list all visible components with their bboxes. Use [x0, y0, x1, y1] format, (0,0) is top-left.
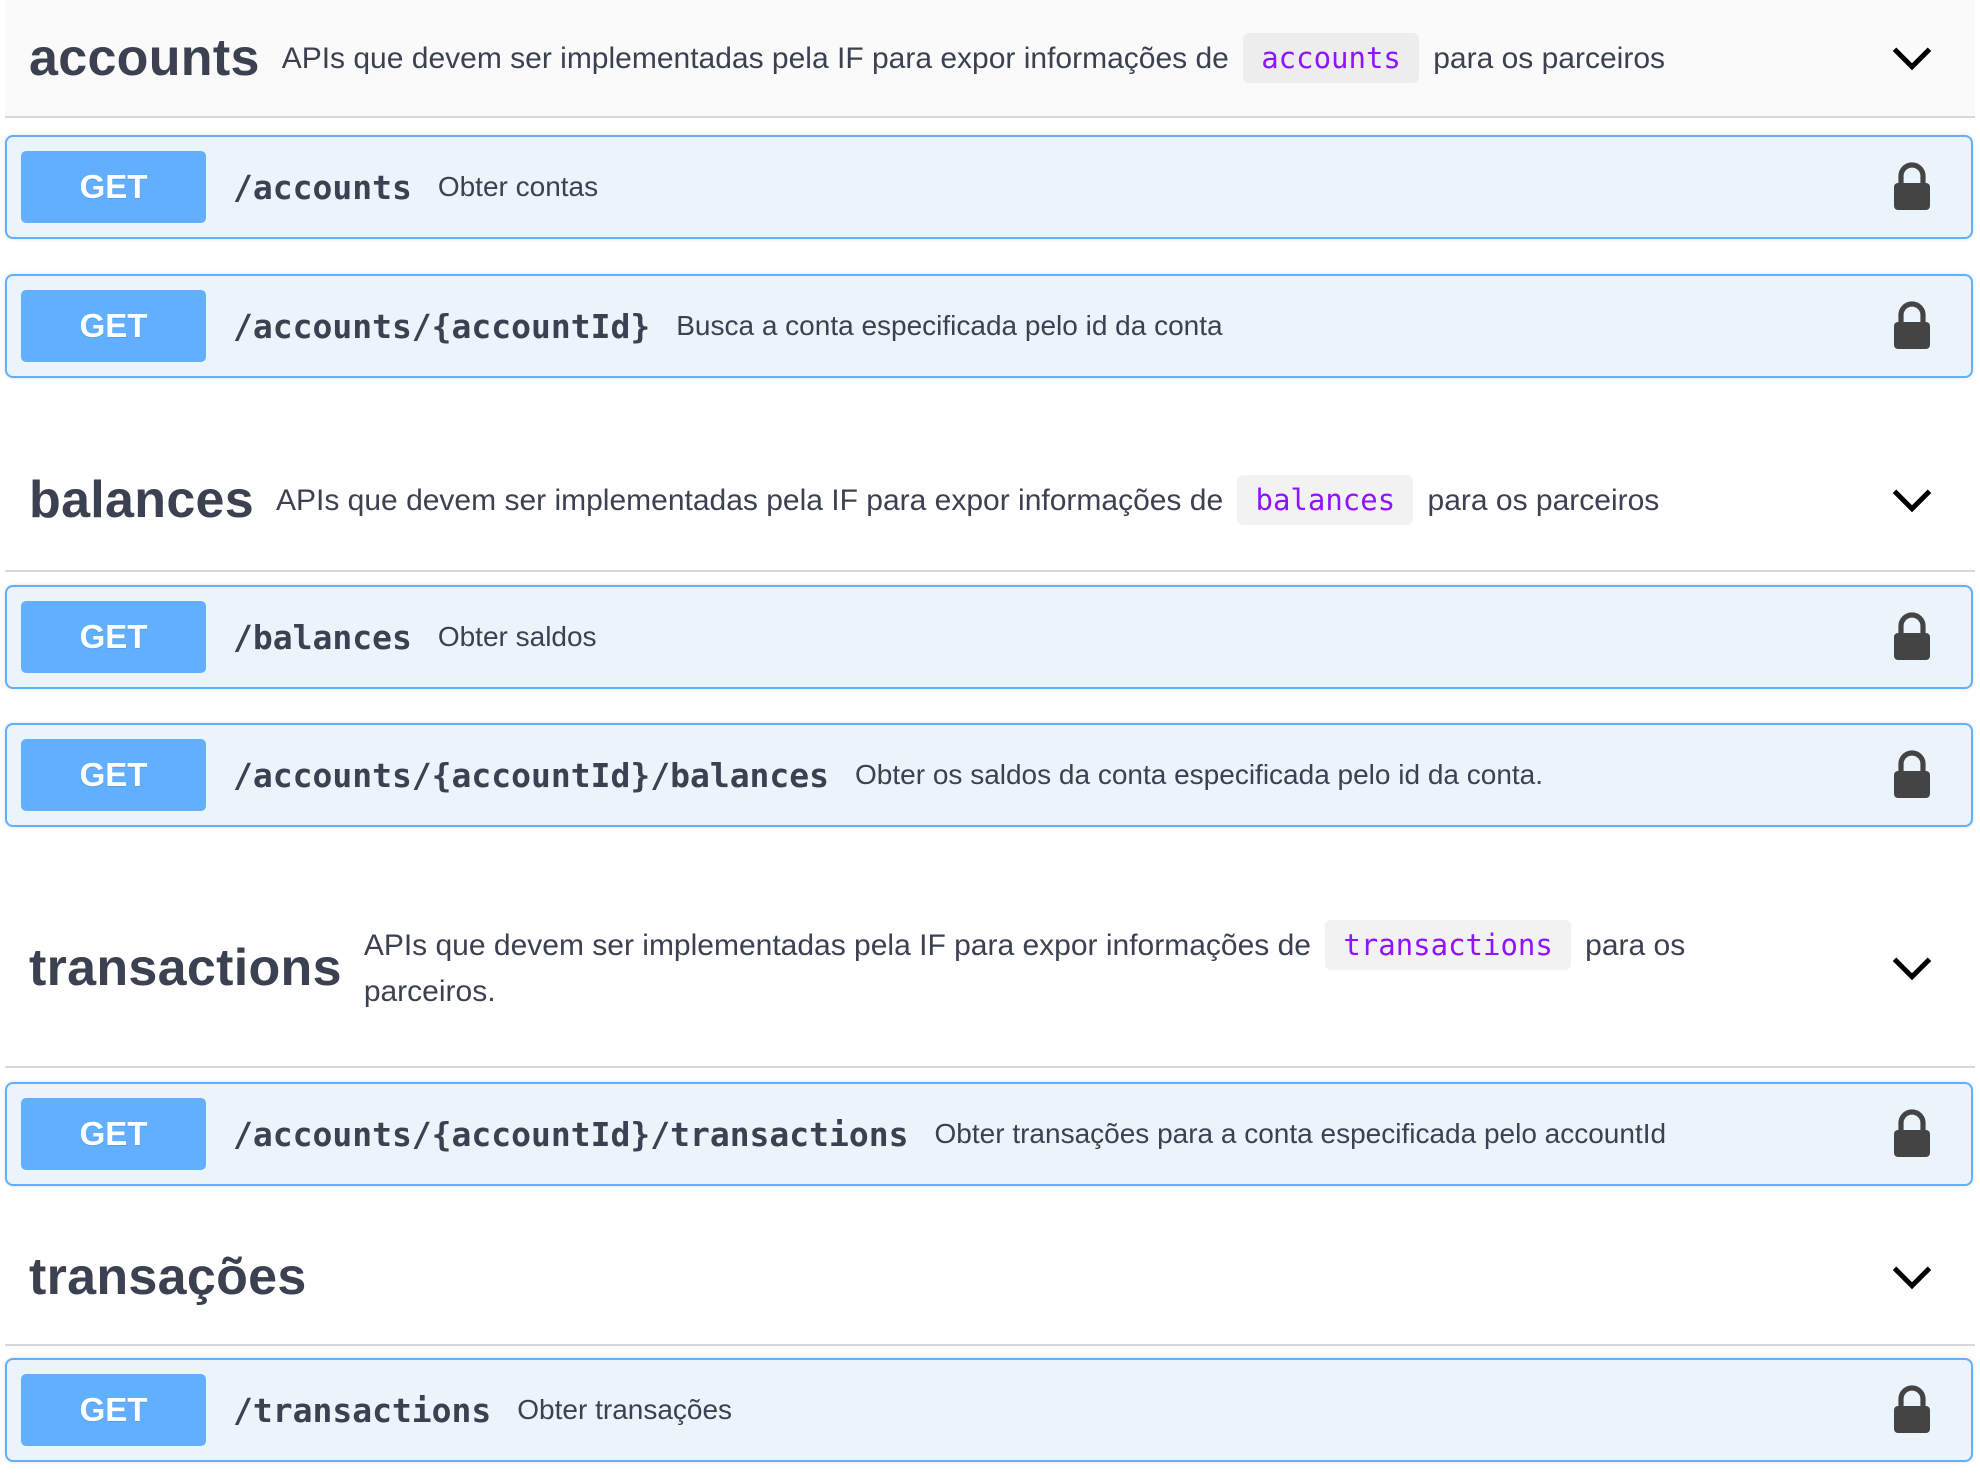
method-badge[interactable]: GET [21, 151, 206, 223]
operation-summary[interactable]: /accounts/{accountId}/balances Obter os … [233, 725, 1543, 825]
operation-path[interactable]: /accounts/{accountId} [233, 307, 650, 346]
operation-description: Obter os saldos da conta especificada pe… [855, 759, 1544, 790]
operation-path[interactable]: /accounts/{accountId}/balances [233, 756, 829, 795]
operation-description: Busca a conta especificada pelo id da co… [676, 310, 1223, 341]
lock-icon[interactable] [1893, 161, 1931, 211]
tag-header-balances[interactable]: balances APIs que devem ser implementada… [5, 430, 1975, 572]
method-badge[interactable]: GET [21, 1374, 206, 1446]
operation-description: Obter saldos [437, 621, 597, 652]
lock-icon[interactable] [1893, 749, 1931, 799]
operation-description: Obter transações para a conta especifica… [934, 1118, 1667, 1149]
chevron-down-icon[interactable] [1887, 943, 1937, 993]
method-badge[interactable]: GET [21, 1098, 206, 1170]
lock-icon[interactable] [1893, 1384, 1931, 1434]
operation-description: Obter transações [517, 1394, 733, 1425]
operation-get-account-by-id[interactable]: GET /accounts/{accountId} Busca a conta … [5, 274, 1973, 378]
operation-summary[interactable]: /accounts/{accountId}/transactions Obter… [233, 1084, 1666, 1184]
operation-get-account-transactions[interactable]: GET /accounts/{accountId}/transactions O… [5, 1082, 1973, 1186]
tag-title[interactable]: transações [29, 1247, 307, 1307]
tag-header-accounts[interactable]: accounts APIs que devem ser implementada… [5, 0, 1975, 118]
tag-code: transactions [1325, 919, 1571, 970]
tag-title[interactable]: balances [29, 470, 254, 530]
lock-icon[interactable] [1893, 1108, 1931, 1158]
method-badge[interactable]: GET [21, 601, 206, 673]
operation-get-accounts[interactable]: GET /accounts Obter contas [5, 135, 1973, 239]
tag-description-text: APIs que devem ser implementadas pela IF… [363, 928, 1311, 962]
chevron-down-icon[interactable] [1887, 1252, 1937, 1302]
tag-description: APIs que devem ser implementadas pela IF… [275, 474, 1660, 525]
lock-icon[interactable] [1893, 300, 1931, 350]
tag-description-text: APIs que devem ser implementadas pela IF… [275, 483, 1224, 517]
tag-title[interactable]: accounts [29, 28, 260, 88]
tag-description-text: para os parceiros [1427, 483, 1660, 517]
tag-description-text: para os parceiros [1433, 41, 1666, 75]
operation-summary[interactable]: /accounts/{accountId} Busca a conta espe… [233, 276, 1223, 376]
tag-code: balances [1237, 474, 1414, 525]
operation-get-transactions[interactable]: GET /transactions Obter transações [5, 1358, 1973, 1462]
lock-icon[interactable] [1893, 611, 1931, 661]
tag-description-text: APIs que devem ser implementadas pela IF… [281, 41, 1229, 75]
operation-path[interactable]: /transactions [233, 1391, 491, 1430]
tag-description: APIs que devem ser implementadas pela IF… [363, 919, 1794, 1015]
tag-description: APIs que devem ser implementadas pela IF… [281, 32, 1666, 83]
operation-summary[interactable]: /balances Obter saldos [233, 587, 597, 687]
operation-path[interactable]: /balances [233, 618, 412, 657]
tag-section-transacoes: transações [0, 1210, 1980, 1346]
chevron-down-icon[interactable] [1887, 475, 1937, 525]
tag-header-transactions[interactable]: transactions APIs que devem ser implemen… [5, 870, 1975, 1068]
tag-section-transactions: transactions APIs que devem ser implemen… [0, 870, 1980, 1068]
tag-section-balances: balances APIs que devem ser implementada… [0, 430, 1980, 572]
chevron-down-icon[interactable] [1887, 33, 1937, 83]
operation-get-account-balances[interactable]: GET /accounts/{accountId}/balances Obter… [5, 723, 1973, 827]
tag-header-transacoes[interactable]: transações [5, 1210, 1975, 1346]
operation-get-balances[interactable]: GET /balances Obter saldos [5, 585, 1973, 689]
operation-summary[interactable]: /accounts Obter contas [233, 137, 598, 237]
tag-title[interactable]: transactions [29, 938, 342, 998]
operation-description: Obter contas [437, 171, 599, 202]
method-badge[interactable]: GET [21, 739, 206, 811]
operation-summary[interactable]: /transactions Obter transações [233, 1360, 732, 1460]
tag-section-accounts: accounts APIs que devem ser implementada… [0, 0, 1980, 118]
method-badge[interactable]: GET [21, 290, 206, 362]
tag-code: accounts [1243, 32, 1419, 83]
operation-path[interactable]: /accounts/{accountId}/transactions [233, 1115, 909, 1154]
operation-path[interactable]: /accounts [233, 168, 412, 207]
